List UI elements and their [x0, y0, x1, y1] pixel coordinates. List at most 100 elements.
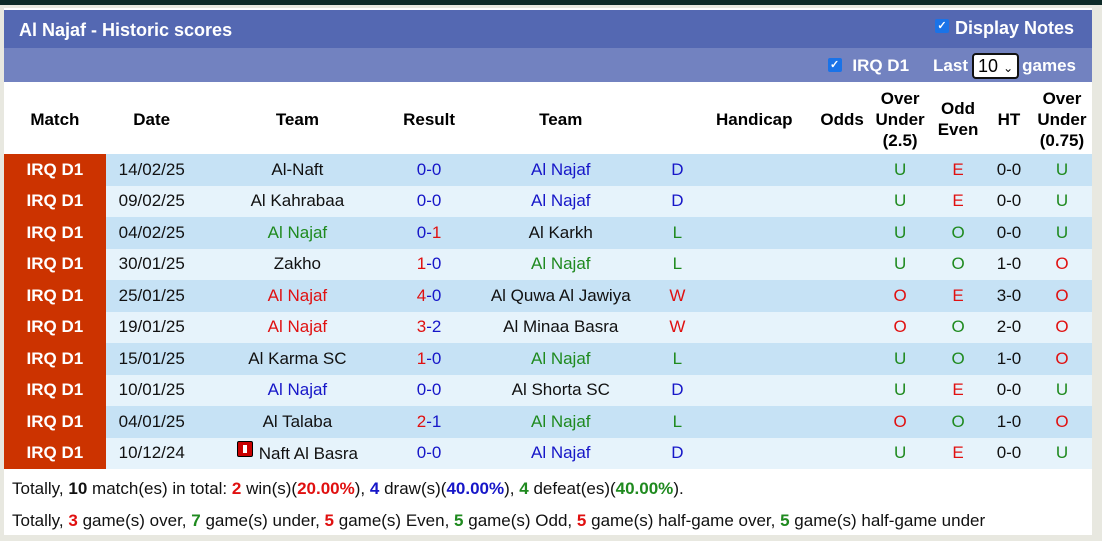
league-cell[interactable]: IRQ D1: [4, 217, 106, 249]
match-row[interactable]: IRQ D1 14/02/25 Al-Naft 0-0 Al Najaf D U E 0-0 U: [4, 154, 1092, 186]
home-team[interactable]: Al Najaf: [268, 380, 328, 399]
result-cell[interactable]: 0-0: [397, 185, 462, 217]
home-team[interactable]: Al Karma SC: [248, 349, 346, 368]
last-label: Last: [933, 56, 969, 75]
odd-even-cell: O: [930, 248, 987, 280]
league-filter-checkbox[interactable]: ✓: [827, 58, 842, 72]
win-loss-cell: D: [660, 185, 695, 217]
league-cell[interactable]: IRQ D1: [4, 406, 106, 438]
home-team[interactable]: Al Najaf: [268, 317, 328, 336]
home-team-cell[interactable]: Al-Naft: [197, 154, 398, 186]
result-cell[interactable]: 4-0: [397, 280, 462, 312]
result-cell[interactable]: 0-0: [397, 437, 462, 469]
result-cell[interactable]: 0-0: [397, 154, 462, 186]
away-team-cell[interactable]: Al Najaf: [461, 343, 661, 375]
result-cell[interactable]: 1-0: [397, 248, 462, 280]
home-team[interactable]: Al Talaba: [263, 412, 333, 431]
home-team-cell[interactable]: Al Najaf: [197, 374, 398, 406]
odds-cell: [814, 154, 871, 186]
home-team[interactable]: Zakho: [274, 254, 321, 273]
display-notes-toggle[interactable]: ✓ Display Notes: [934, 18, 1074, 39]
away-team-cell[interactable]: Al Najaf: [461, 248, 661, 280]
match-row[interactable]: IRQ D1 04/01/25 Al Talaba 2-1 Al Najaf L O O 1-0…: [4, 406, 1092, 438]
home-team-cell[interactable]: Al Najaf: [197, 280, 398, 312]
handicap-cell: [694, 311, 815, 343]
home-team[interactable]: Naft Al Basra: [259, 444, 358, 463]
away-team-cell[interactable]: Al Najaf: [461, 154, 661, 186]
ht-score-cell: 0-0: [986, 374, 1032, 406]
away-team-cell[interactable]: Al Najaf: [461, 437, 661, 469]
away-team[interactable]: Al Najaf: [531, 349, 591, 368]
home-team-cell[interactable]: Al Kahrabaa: [197, 185, 398, 217]
home-score: 1: [416, 254, 427, 274]
league-filter[interactable]: ✓ IRQ D1: [827, 56, 910, 76]
away-team[interactable]: Al Quwa Al Jawiya: [491, 286, 631, 305]
summary-text: game(s) Odd,: [468, 511, 573, 530]
win-loss-cell: W: [660, 280, 695, 312]
home-team-cell[interactable]: Al Karma SC: [197, 343, 398, 375]
league-filter-label: IRQ D1: [852, 56, 910, 75]
match-row[interactable]: IRQ D1 15/01/25 Al Karma SC 1-0 Al Najaf L U O 1…: [4, 343, 1092, 375]
display-notes-checkbox[interactable]: ✓: [934, 18, 949, 33]
half-under-count: 5: [780, 511, 790, 530]
panel-title: Al Najaf - Historic scores: [19, 20, 233, 40]
home-team-cell[interactable]: Naft Al Basra: [197, 437, 398, 469]
away-team-cell[interactable]: Al Najaf: [461, 185, 661, 217]
result-cell[interactable]: 2-1: [397, 406, 462, 438]
ht-score-cell: 0-0: [986, 437, 1032, 469]
match-row[interactable]: IRQ D1 09/02/25 Al Kahrabaa 0-0 Al Najaf D U E 0…: [4, 185, 1092, 217]
league-cell[interactable]: IRQ D1: [4, 248, 106, 280]
result-cell[interactable]: 1-0: [397, 343, 462, 375]
home-score: 1: [416, 348, 427, 368]
home-team-cell[interactable]: Zakho: [197, 248, 398, 280]
away-team[interactable]: Al Minaa Basra: [503, 317, 618, 336]
league-cell[interactable]: IRQ D1: [4, 185, 106, 217]
away-team-cell[interactable]: Al Quwa Al Jawiya: [461, 280, 661, 312]
draw-pct: 40.00%: [446, 479, 505, 498]
home-team-cell[interactable]: Al Najaf: [197, 311, 398, 343]
league-cell[interactable]: IRQ D1: [4, 343, 106, 375]
league-cell[interactable]: IRQ D1: [4, 280, 106, 312]
away-team-cell[interactable]: Al Najaf: [461, 406, 661, 438]
summary-text: ).: [673, 479, 684, 498]
match-row[interactable]: IRQ D1 19/01/25 Al Najaf 3-2 Al Minaa Basra W…: [4, 311, 1092, 343]
ht-score-cell: 1-0: [986, 248, 1032, 280]
league-cell[interactable]: IRQ D1: [4, 311, 106, 343]
result-cell[interactable]: 0-1: [397, 217, 462, 249]
away-team[interactable]: Al Shorta SC: [512, 380, 610, 399]
table-header-row: Match Date Team Result Team Handicap Odd…: [4, 84, 1092, 154]
away-team[interactable]: Al Najaf: [531, 412, 591, 431]
home-team[interactable]: Al Najaf: [268, 223, 328, 242]
summary-text: game(s) Even,: [338, 511, 450, 530]
away-score: 0: [431, 191, 442, 211]
away-team-cell[interactable]: Al Shorta SC: [461, 374, 661, 406]
match-row[interactable]: IRQ D1 25/01/25 Al Najaf 4-0 Al Quwa Al Jawi…: [4, 280, 1092, 312]
home-team[interactable]: Al-Naft: [271, 160, 323, 179]
home-team-cell[interactable]: Al Najaf: [197, 217, 398, 249]
league-cell[interactable]: IRQ D1: [4, 374, 106, 406]
away-team[interactable]: Al Karkh: [529, 223, 593, 242]
home-team[interactable]: Al Kahrabaa: [251, 191, 345, 210]
away-team-cell[interactable]: Al Minaa Basra: [461, 311, 661, 343]
away-team[interactable]: Al Najaf: [531, 443, 591, 462]
match-row[interactable]: IRQ D1 04/02/25 Al Najaf 0-1 Al Karkh L U O 0-0 U: [4, 217, 1092, 249]
match-row[interactable]: IRQ D1 10/12/24 Naft Al Basra 0-0 Al Najaf D U…: [4, 437, 1092, 469]
away-team[interactable]: Al Najaf: [531, 254, 591, 273]
home-team[interactable]: Al Najaf: [268, 286, 328, 305]
home-team-cell[interactable]: Al Talaba: [197, 406, 398, 438]
league-cell[interactable]: IRQ D1: [4, 154, 106, 186]
match-row[interactable]: IRQ D1 10/01/25 Al Najaf 0-0 Al Shorta SC D U E…: [4, 374, 1092, 406]
result-cell[interactable]: 3-2: [397, 311, 462, 343]
away-team[interactable]: Al Najaf: [531, 160, 591, 179]
away-team-cell[interactable]: Al Karkh: [461, 217, 661, 249]
league-cell[interactable]: IRQ D1: [4, 437, 106, 469]
games-count-select[interactable]: 10 ⌄: [972, 53, 1020, 79]
result-cell[interactable]: 0-0: [397, 374, 462, 406]
away-team[interactable]: Al Najaf: [531, 191, 591, 210]
odd-even-cell: E: [930, 437, 987, 469]
summary-text: Totally,: [12, 511, 64, 530]
match-row[interactable]: IRQ D1 30/01/25 Zakho 1-0 Al Najaf L U O 1-0 O: [4, 248, 1092, 280]
defeat-pct: 40.00%: [615, 479, 674, 498]
home-score: 0: [416, 380, 427, 400]
home-score: 4: [416, 285, 427, 305]
